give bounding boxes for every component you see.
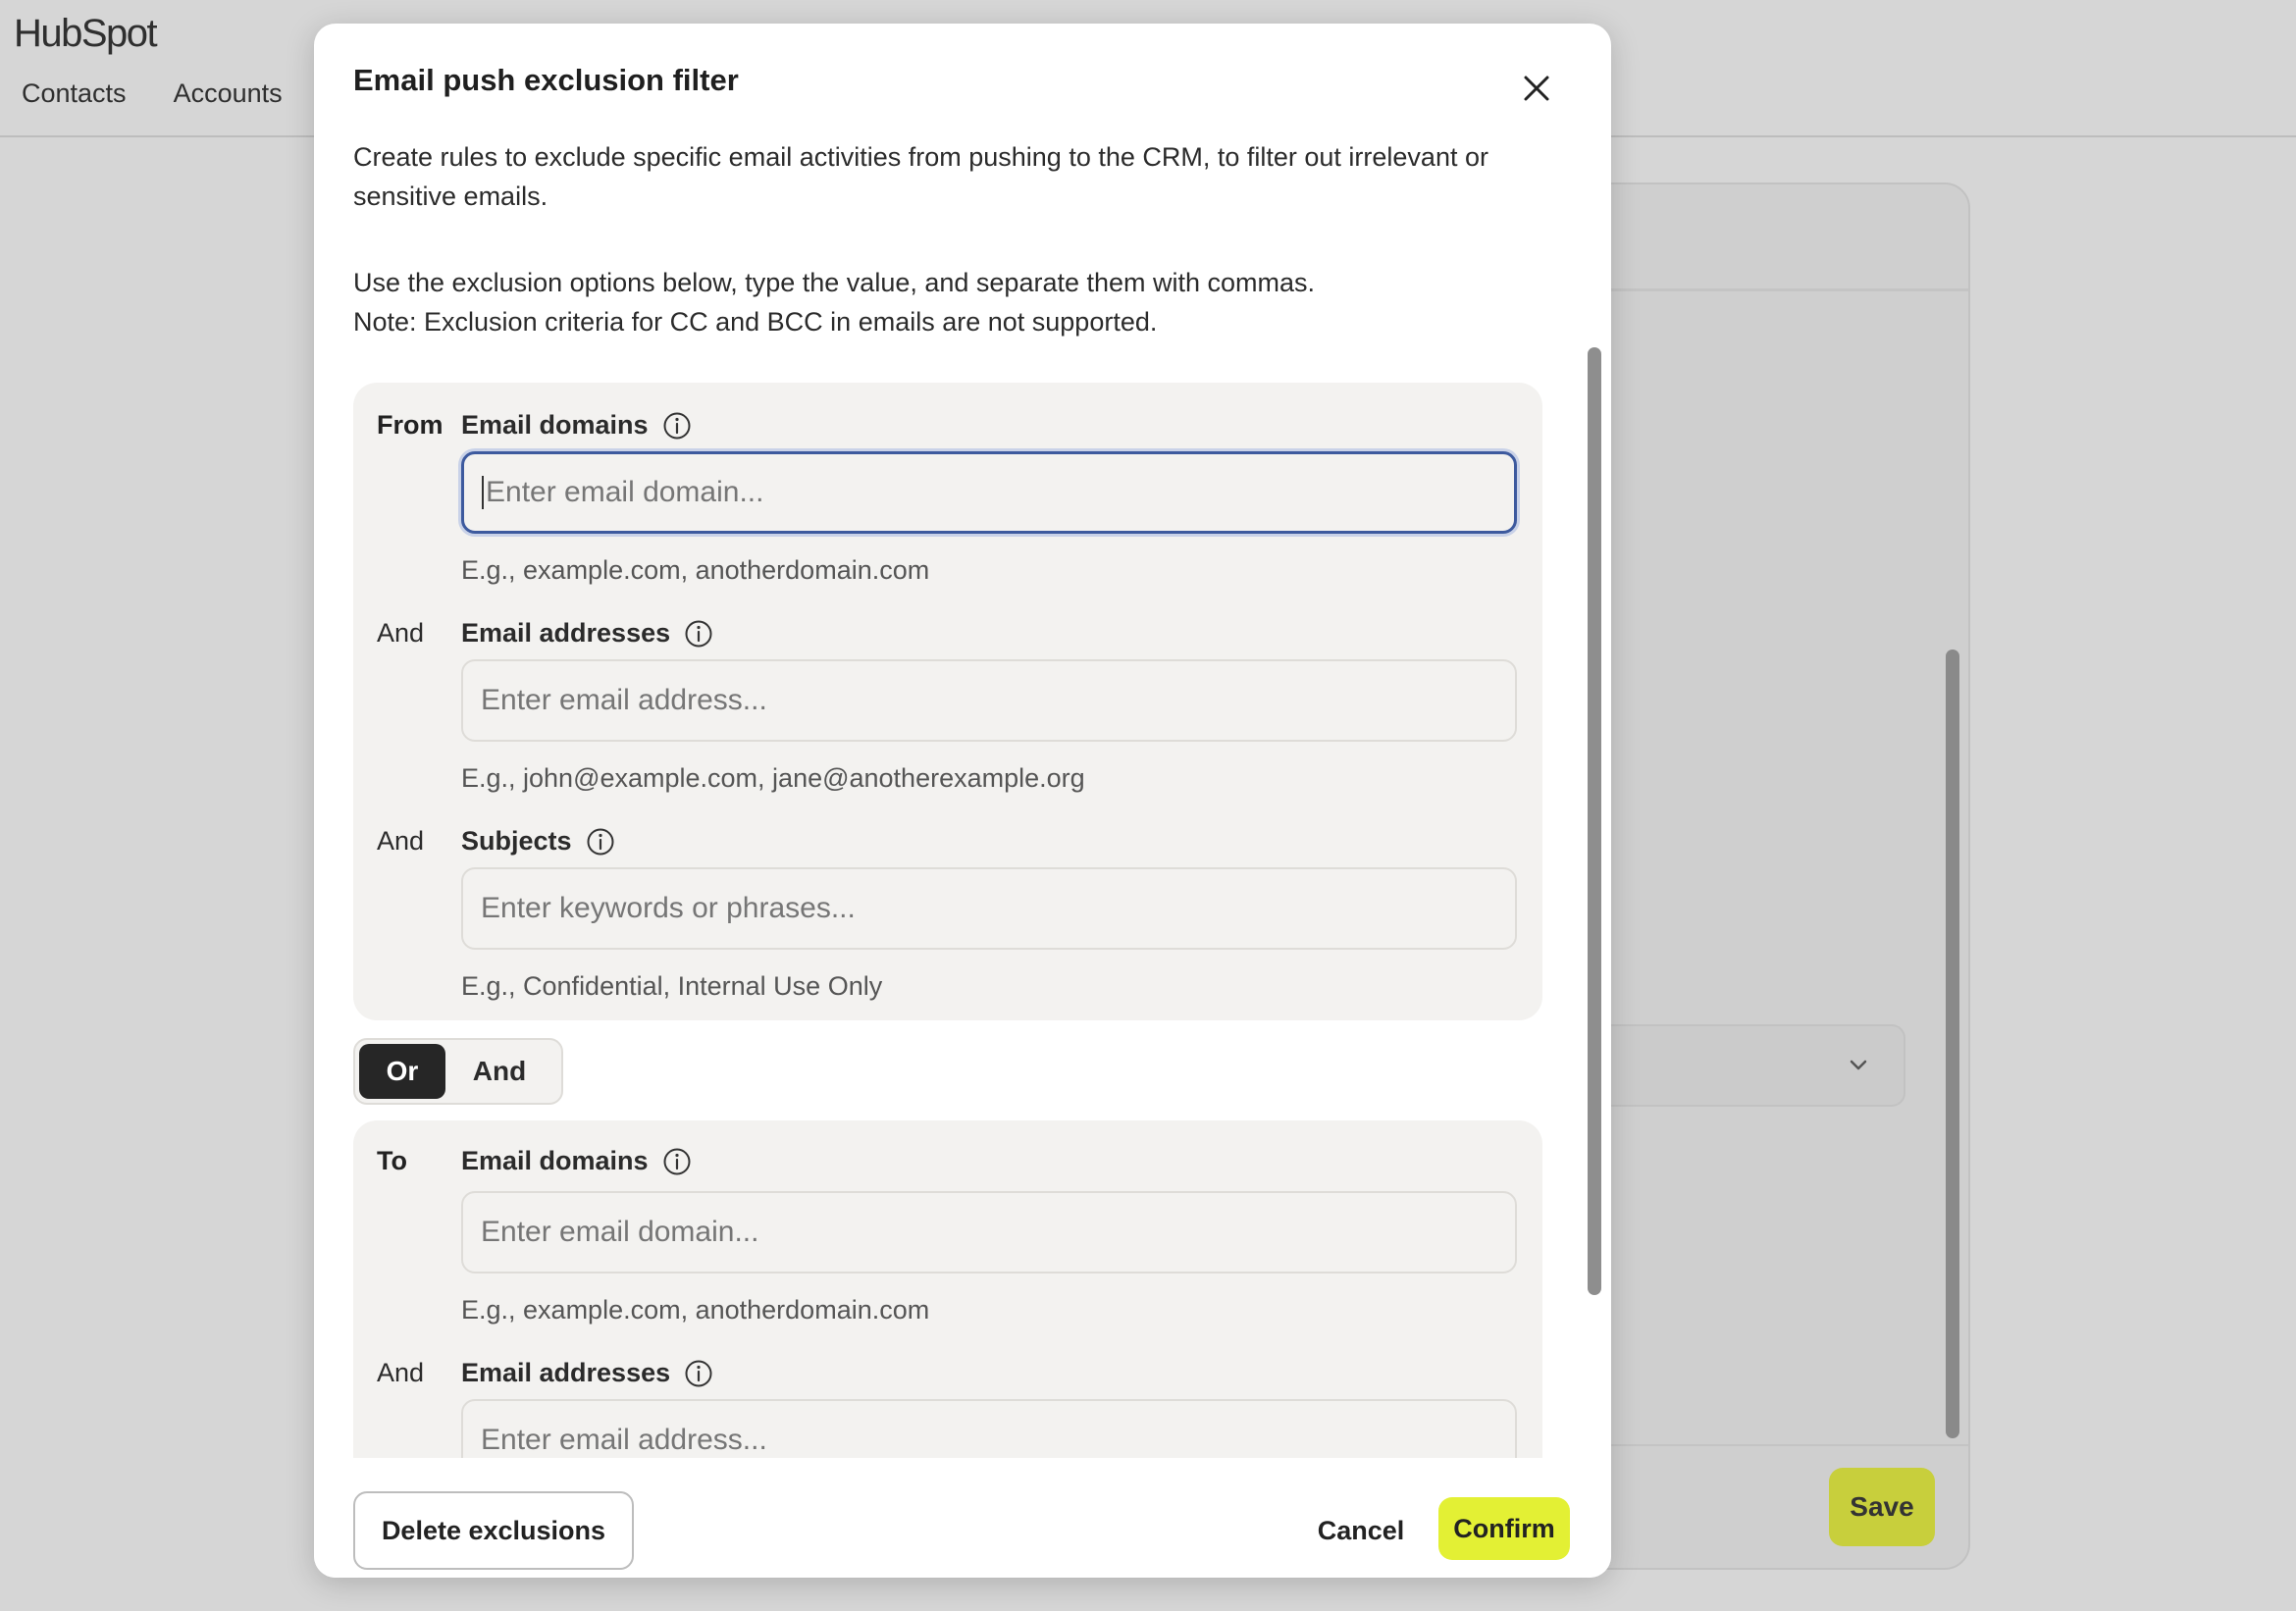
chevron-down-icon bbox=[1850, 1060, 1867, 1070]
modal-instructions: Use the exclusion options below, type th… bbox=[353, 268, 1316, 297]
from-subjects-input[interactable] bbox=[461, 867, 1517, 950]
modal-body[interactable]: Create rules to exclude specific email a… bbox=[314, 131, 1611, 1458]
modal-description: Create rules to exclude specific email a… bbox=[353, 142, 1488, 211]
close-button[interactable] bbox=[1509, 61, 1564, 116]
text-caret bbox=[482, 476, 484, 509]
info-icon[interactable] bbox=[684, 619, 713, 649]
and-label: And bbox=[377, 826, 425, 856]
brand-logo: HubSpot bbox=[14, 12, 158, 55]
nav-contacts[interactable]: Contacts bbox=[22, 78, 127, 109]
to-email-addresses-input[interactable] bbox=[461, 1399, 1517, 1458]
info-icon[interactable] bbox=[662, 411, 692, 441]
to-email-domains-field[interactable] bbox=[481, 1216, 1497, 1249]
field-label-text: Email addresses bbox=[461, 618, 671, 648]
to-email-domains-label: Email domains bbox=[461, 1146, 692, 1176]
background-scrollbar[interactable] bbox=[1946, 650, 1959, 1438]
nav-accounts[interactable]: Accounts bbox=[174, 78, 283, 109]
to-email-domains-hint: E.g., example.com, anotherdomain.com bbox=[461, 1295, 930, 1325]
from-subjects-field[interactable] bbox=[481, 892, 1497, 925]
from-email-domains-field[interactable] bbox=[486, 476, 1496, 509]
field-label-text: Email domains bbox=[461, 410, 649, 440]
toggle-or[interactable]: Or bbox=[359, 1044, 445, 1099]
from-email-domains-label: Email domains bbox=[461, 410, 692, 441]
modal-note: Note: Exclusion criteria for CC and BCC … bbox=[353, 307, 1158, 337]
field-label-text: Email addresses bbox=[461, 1358, 671, 1387]
confirm-button[interactable]: Confirm bbox=[1438, 1497, 1570, 1560]
from-subjects-hint: E.g., Confidential, Internal Use Only bbox=[461, 971, 883, 1001]
toggle-and[interactable]: And bbox=[445, 1044, 553, 1099]
from-email-domains-input[interactable] bbox=[461, 451, 1517, 534]
info-icon[interactable] bbox=[684, 1359, 713, 1388]
from-email-addresses-input[interactable] bbox=[461, 659, 1517, 742]
to-label: To bbox=[377, 1146, 407, 1175]
modal-footer: Delete exclusions Cancel Confirm bbox=[314, 1458, 1611, 1578]
to-rule-group: To Email domains E.g., example.com, anot… bbox=[353, 1120, 1542, 1458]
close-icon bbox=[1524, 76, 1549, 101]
delete-exclusions-button[interactable]: Delete exclusions bbox=[353, 1491, 634, 1570]
from-email-addresses-hint: E.g., john@example.com, jane@anotherexam… bbox=[461, 763, 1085, 793]
modal-scrollbar[interactable] bbox=[1588, 347, 1601, 1295]
info-icon[interactable] bbox=[662, 1147, 692, 1176]
and-label: And bbox=[377, 1358, 425, 1387]
from-email-addresses-field[interactable] bbox=[481, 684, 1497, 717]
info-icon[interactable] bbox=[586, 827, 615, 857]
from-rule-group: From Email domains E.g., example.com, an… bbox=[353, 383, 1542, 1020]
field-label-text: Email domains bbox=[461, 1146, 649, 1175]
logic-toggle: Or And bbox=[353, 1038, 563, 1105]
cancel-button[interactable]: Cancel bbox=[1307, 1491, 1415, 1570]
and-label: And bbox=[377, 618, 425, 648]
modal-title: Email push exclusion filter bbox=[353, 63, 739, 97]
to-email-addresses-field[interactable] bbox=[481, 1424, 1497, 1457]
save-button[interactable]: Save bbox=[1829, 1468, 1935, 1546]
from-email-domains-hint: E.g., example.com, anotherdomain.com bbox=[461, 555, 930, 585]
to-email-domains-input[interactable] bbox=[461, 1191, 1517, 1273]
from-label: From bbox=[377, 410, 444, 440]
from-subjects-label: Subjects bbox=[461, 826, 615, 857]
to-email-addresses-label: Email addresses bbox=[461, 1358, 713, 1388]
from-email-addresses-label: Email addresses bbox=[461, 618, 713, 649]
top-nav: Contacts Accounts bbox=[22, 78, 283, 109]
exclusion-filter-modal: Email push exclusion filter Create rules… bbox=[314, 24, 1611, 1578]
field-label-text: Subjects bbox=[461, 826, 572, 856]
